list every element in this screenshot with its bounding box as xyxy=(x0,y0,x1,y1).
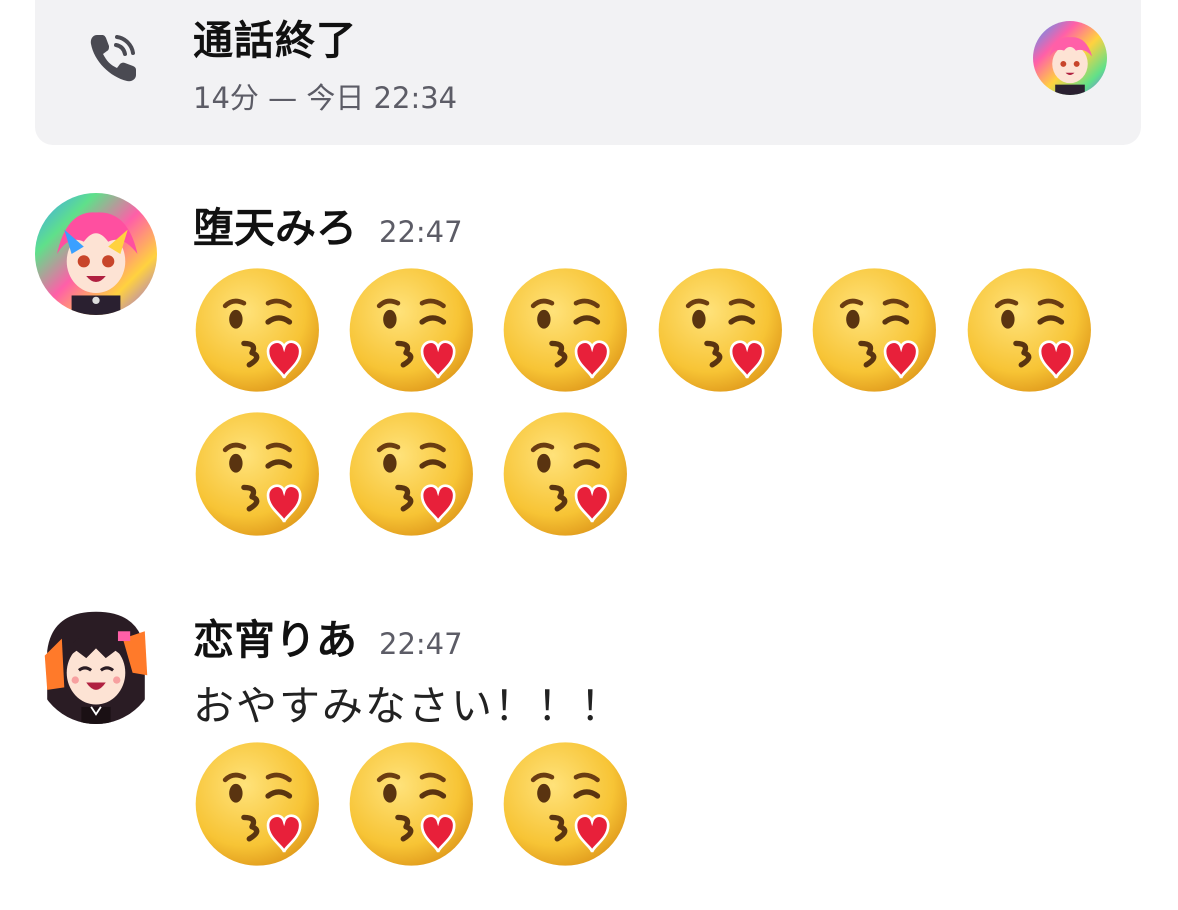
message-timestamp: 22:47 xyxy=(379,627,463,661)
message-author[interactable]: 恋宵りあ xyxy=(193,616,357,664)
chat-view: 通話終了 14分 — 今日 22:34 堕天みろ 22:47 恋宵りあ 22:4… xyxy=(0,0,1178,910)
kissing-face-with-heart-emoji xyxy=(501,737,635,871)
kissing-face-with-heart-emoji xyxy=(193,407,327,541)
call-duration-timestamp: 14分 — 今日 22:34 xyxy=(193,81,458,115)
avatar[interactable] xyxy=(35,193,157,315)
message-timestamp: 22:47 xyxy=(379,215,463,249)
phone-icon xyxy=(81,25,147,91)
kissing-face-with-heart-emoji xyxy=(193,737,327,871)
message-text: おやすみなさい！！！ xyxy=(193,682,623,730)
kissing-face-with-heart-emoji xyxy=(347,737,481,871)
kissing-face-with-heart-emoji xyxy=(810,263,944,397)
kissing-face-with-heart-emoji xyxy=(965,263,1099,397)
emoji-message xyxy=(193,737,1143,877)
kissing-face-with-heart-emoji xyxy=(501,407,635,541)
kissing-face-with-heart-emoji xyxy=(501,263,635,397)
kissing-face-with-heart-emoji xyxy=(347,407,481,541)
avatar[interactable] xyxy=(1033,21,1107,95)
kissing-face-with-heart-emoji xyxy=(656,263,790,397)
kissing-face-with-heart-emoji xyxy=(347,263,481,397)
call-ended-card[interactable]: 通話終了 14分 — 今日 22:34 xyxy=(35,0,1141,145)
call-title: 通話終了 xyxy=(193,18,357,64)
message-author[interactable]: 堕天みろ xyxy=(193,204,357,252)
avatar[interactable] xyxy=(35,602,157,724)
emoji-message xyxy=(193,263,1143,543)
kissing-face-with-heart-emoji xyxy=(193,263,327,397)
